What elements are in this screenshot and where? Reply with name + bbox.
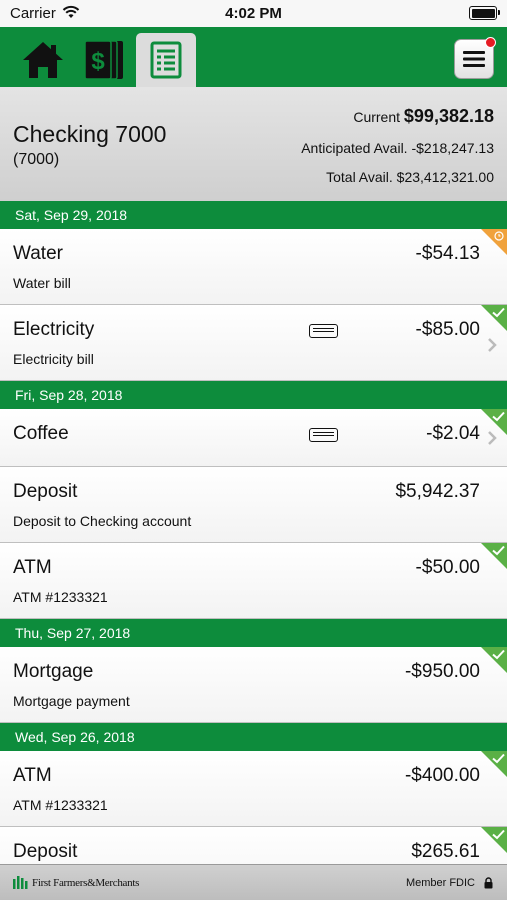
anticipated-balance-label: Anticipated Avail. bbox=[301, 140, 412, 156]
date-header: Thu, Sep 27, 2018 bbox=[0, 619, 507, 647]
memo-icon bbox=[309, 428, 338, 442]
transaction-amount: -$400.00 bbox=[404, 765, 480, 786]
transaction-list[interactable]: Sat, Sep 29, 2018 Water Water bill -$54.… bbox=[0, 201, 507, 900]
svg-text:$: $ bbox=[91, 48, 105, 75]
current-balance-label: Current bbox=[353, 109, 404, 125]
transaction-title: Electricity bbox=[13, 319, 95, 340]
transaction-title: Coffee bbox=[13, 423, 69, 444]
checkmark-icon bbox=[492, 307, 505, 318]
bank-name: First Farmers&Merchants bbox=[32, 877, 140, 889]
date-header: Wed, Sep 26, 2018 bbox=[0, 723, 507, 751]
transaction-title: Water bbox=[13, 243, 63, 264]
checkmark-icon bbox=[492, 753, 505, 764]
transaction-title: Mortgage bbox=[13, 661, 94, 682]
total-balance: Total Avail. $23,412,321.00 bbox=[326, 169, 494, 185]
account-number: (7000) bbox=[13, 151, 60, 168]
transaction-row[interactable]: Water Water bill -$54.13 bbox=[0, 229, 507, 305]
chevron-right-icon bbox=[488, 338, 497, 352]
transaction-amount: -$2.04 bbox=[426, 423, 480, 444]
transaction-description: Mortgage payment bbox=[13, 693, 130, 709]
transaction-row[interactable]: ATM ATM #1233321 -$400.00 bbox=[0, 751, 507, 827]
current-balance: Current $99,382.18 bbox=[353, 106, 494, 127]
clock: 4:02 PM bbox=[225, 5, 282, 22]
transaction-title: Deposit bbox=[13, 841, 78, 862]
checkmark-icon bbox=[492, 545, 505, 556]
menu-button[interactable] bbox=[454, 37, 496, 79]
bank-logo-icon bbox=[13, 876, 28, 889]
transaction-amount: $5,942.37 bbox=[395, 481, 480, 502]
transaction-description: Water bill bbox=[13, 275, 71, 291]
checkmark-icon bbox=[492, 649, 505, 660]
fdic-notice: Member FDIC bbox=[405, 877, 475, 889]
battery-icon bbox=[469, 6, 500, 20]
tab-home[interactable] bbox=[14, 33, 72, 87]
transaction-title: ATM bbox=[13, 765, 52, 786]
transaction-row[interactable]: Electricity Electricity bill -$85.00 bbox=[0, 305, 507, 381]
total-balance-value: $23,412,321.00 bbox=[396, 169, 494, 185]
tab-transfers[interactable]: $ bbox=[76, 33, 134, 87]
home-icon bbox=[23, 42, 63, 78]
transaction-amount: -$85.00 bbox=[415, 319, 480, 340]
hamburger-menu-icon bbox=[463, 51, 485, 67]
money-icon: $ bbox=[85, 40, 123, 80]
memo-icon bbox=[309, 324, 338, 338]
transaction-row[interactable]: ATM ATM #1233321 -$50.00 bbox=[0, 543, 507, 619]
nav-bar: $ bbox=[0, 27, 507, 87]
tab-register[interactable] bbox=[136, 33, 196, 87]
transaction-row[interactable]: Deposit Deposit to Checking account $5,9… bbox=[0, 467, 507, 543]
transaction-amount: -$50.00 bbox=[415, 557, 480, 578]
transaction-title: Deposit bbox=[13, 481, 78, 502]
status-bar: Carrier 4:02 PM bbox=[0, 0, 507, 27]
register-icon bbox=[150, 41, 182, 79]
transaction-row[interactable]: Mortgage Mortgage payment -$950.00 bbox=[0, 647, 507, 723]
transaction-description: Deposit to Checking account bbox=[13, 513, 192, 529]
transaction-amount: -$950.00 bbox=[404, 661, 480, 682]
anticipated-balance-value: -$218,247.13 bbox=[411, 140, 494, 156]
transaction-description: ATM #1233321 bbox=[13, 589, 108, 605]
notification-dot bbox=[485, 37, 496, 48]
footer: First Farmers&Merchants Member FDIC bbox=[0, 864, 507, 900]
transaction-row[interactable]: Coffee -$2.04 bbox=[0, 409, 507, 467]
current-balance-value: $99,382.18 bbox=[403, 106, 494, 126]
transaction-title: ATM bbox=[13, 557, 52, 578]
checkmark-icon bbox=[492, 829, 505, 840]
total-balance-label: Total Avail. bbox=[326, 169, 397, 185]
transaction-description: ATM #1233321 bbox=[13, 797, 108, 813]
clock-icon bbox=[494, 231, 504, 241]
lock-icon bbox=[484, 877, 493, 889]
account-name: Checking 7000 bbox=[13, 121, 167, 147]
transaction-amount: $265.61 bbox=[411, 841, 480, 862]
anticipated-balance: Anticipated Avail. -$218,247.13 bbox=[301, 140, 494, 156]
checkmark-icon bbox=[492, 411, 505, 422]
transaction-amount: -$54.13 bbox=[415, 243, 480, 264]
account-header: Checking 7000 (7000) Current $99,382.18 … bbox=[0, 87, 507, 201]
transaction-description: Electricity bill bbox=[13, 351, 94, 367]
date-header: Fri, Sep 28, 2018 bbox=[0, 381, 507, 409]
date-header: Sat, Sep 29, 2018 bbox=[0, 201, 507, 229]
